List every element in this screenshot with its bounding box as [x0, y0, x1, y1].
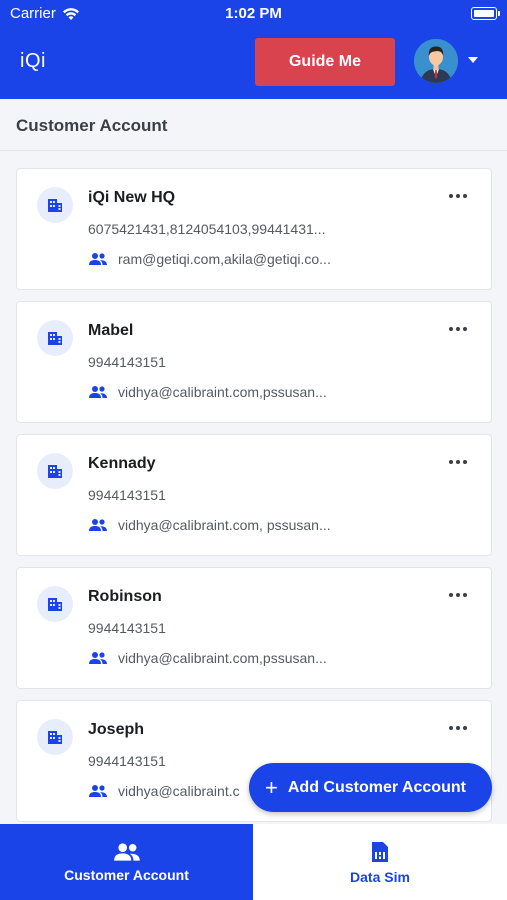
- avatar[interactable]: [414, 39, 458, 83]
- account-name: Joseph: [88, 721, 145, 738]
- people-icon: [89, 519, 107, 531]
- tab-customer-account[interactable]: Customer Account: [0, 824, 253, 900]
- account-phone: 9944143151: [88, 487, 166, 503]
- chevron-down-icon[interactable]: [468, 57, 478, 63]
- sim-card-icon: [372, 841, 388, 862]
- people-icon: [113, 842, 140, 861]
- building-icon: [37, 453, 73, 489]
- guide-me-button[interactable]: Guide Me: [255, 38, 395, 86]
- account-email-row: vidhya@calibraint.com, pssusan...: [88, 517, 331, 533]
- user-avatar-icon: [414, 39, 458, 83]
- account-card[interactable]: Mabel 9944143151 vidhya@calibraint.com,p…: [16, 301, 492, 423]
- account-phone: 9944143151: [88, 354, 166, 370]
- account-card[interactable]: iQi New HQ 6075421431,8124054103,9944143…: [16, 168, 492, 290]
- tab-label: Data Sim: [350, 868, 410, 885]
- account-email: vidhya@calibraint.com,pssusan...: [118, 650, 327, 666]
- building-icon: [37, 586, 73, 622]
- bottom-nav: Customer Account Data Sim: [0, 824, 507, 900]
- battery-icon: [471, 7, 500, 20]
- status-bar: Carrier 1:02 PM: [0, 0, 507, 28]
- building-icon: [37, 719, 73, 755]
- tab-data-sim[interactable]: Data Sim: [253, 824, 507, 900]
- add-customer-account-button[interactable]: + Add Customer Account: [249, 763, 492, 812]
- people-icon: [89, 652, 107, 664]
- app-logo: iQi: [20, 50, 46, 72]
- account-name: iQi New HQ: [88, 189, 176, 206]
- account-email-row: vidhya@calibraint.c: [88, 783, 240, 799]
- building-icon: [37, 320, 73, 356]
- account-name: Robinson: [88, 588, 162, 605]
- account-email-row: ram@getiqi.com,akila@getiqi.co...: [88, 251, 331, 267]
- account-email: vidhya@calibraint.c: [118, 783, 240, 799]
- status-time: 1:02 PM: [225, 5, 282, 22]
- account-email: vidhya@calibraint.com,pssusan...: [118, 384, 327, 400]
- app-header: Carrier 1:02 PM iQi Guide Me: [0, 0, 507, 99]
- building-icon: [37, 187, 73, 223]
- account-email: vidhya@calibraint.com, pssusan...: [118, 517, 331, 533]
- more-options-icon[interactable]: [449, 327, 467, 331]
- page-title: Customer Account: [16, 116, 168, 135]
- account-phone: 6075421431,8124054103,99441431...: [88, 221, 326, 237]
- more-options-icon[interactable]: [449, 593, 467, 597]
- people-icon: [89, 253, 107, 265]
- account-name: Mabel: [88, 322, 134, 339]
- more-options-icon[interactable]: [449, 194, 467, 198]
- more-options-icon[interactable]: [449, 726, 467, 730]
- tab-label: Customer Account: [64, 866, 189, 883]
- account-card[interactable]: Robinson 9944143151 vidhya@calibraint.co…: [16, 567, 492, 689]
- account-email-row: vidhya@calibraint.com,pssusan...: [88, 384, 327, 400]
- section-header: Customer Account: [0, 99, 507, 151]
- people-icon: [89, 785, 107, 797]
- account-card[interactable]: Kennady 9944143151 vidhya@calibraint.com…: [16, 434, 492, 556]
- more-options-icon[interactable]: [449, 460, 467, 464]
- account-phone: 9944143151: [88, 620, 166, 636]
- add-customer-account-label: Add Customer Account: [287, 778, 466, 796]
- people-icon: [89, 386, 107, 398]
- account-email: ram@getiqi.com,akila@getiqi.co...: [118, 251, 331, 267]
- account-email-row: vidhya@calibraint.com,pssusan...: [88, 650, 327, 666]
- plus-icon: +: [265, 774, 278, 800]
- customer-account-list[interactable]: iQi New HQ 6075421431,8124054103,9944143…: [0, 152, 507, 824]
- account-name: Kennady: [88, 455, 156, 472]
